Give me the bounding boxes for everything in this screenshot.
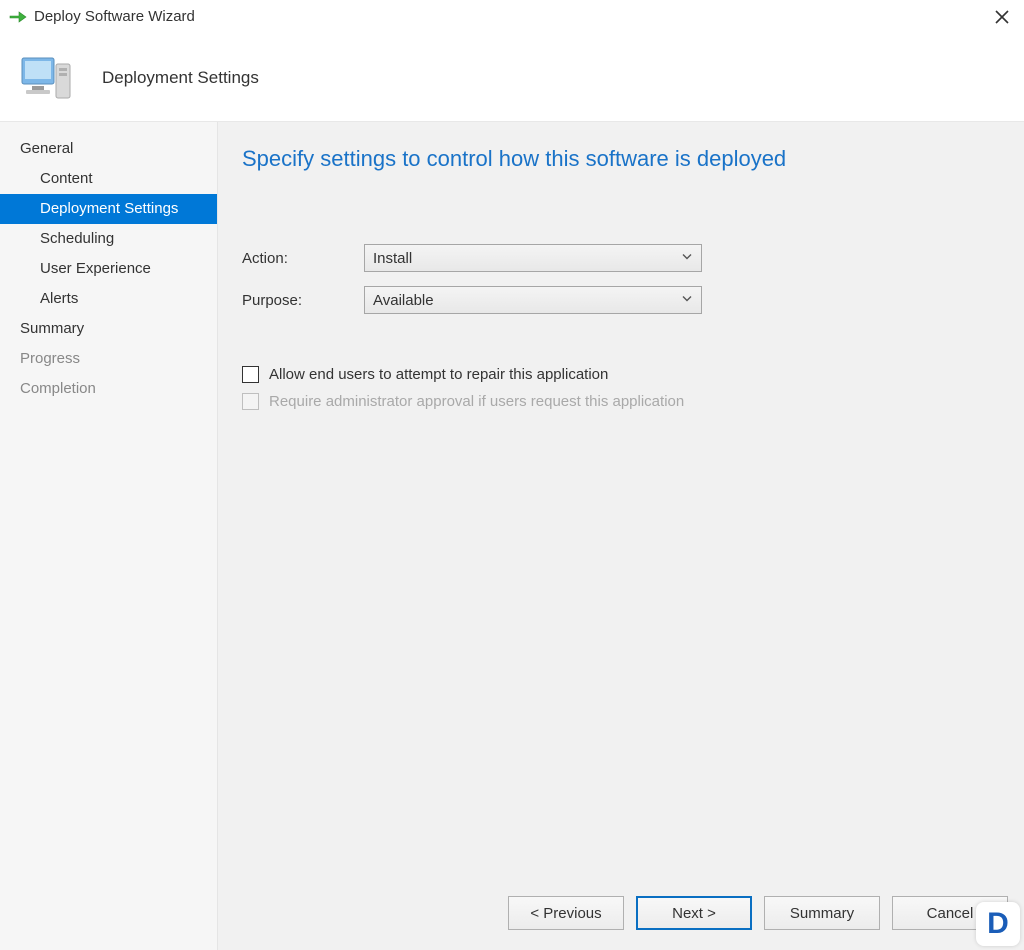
next-button[interactable]: Next > (636, 896, 752, 930)
computer-icon (18, 50, 74, 106)
title-bar: Deploy Software Wizard (0, 0, 1024, 34)
close-button[interactable] (988, 3, 1016, 31)
checkbox-icon (242, 393, 259, 410)
repair-checkbox-row[interactable]: Allow end users to attempt to repair thi… (242, 366, 1000, 383)
summary-button[interactable]: Summary (764, 896, 880, 930)
wizard-sidebar: GeneralContentDeployment SettingsSchedul… (0, 122, 218, 950)
window-title: Deploy Software Wizard (34, 8, 195, 25)
wizard-content: Specify settings to control how this sof… (218, 122, 1024, 950)
sidebar-item-content[interactable]: Content (0, 164, 217, 194)
content-heading: Specify settings to control how this sof… (242, 146, 1000, 172)
checkbox-icon (242, 366, 259, 383)
sidebar-item-alerts[interactable]: Alerts (0, 284, 217, 314)
sidebar-item-summary[interactable]: Summary (0, 314, 217, 344)
sidebar-item-progress: Progress (0, 344, 217, 374)
sidebar-item-general[interactable]: General (0, 134, 217, 164)
previous-button[interactable]: < Previous (508, 896, 624, 930)
purpose-value: Available (373, 292, 434, 309)
action-dropdown[interactable]: Install (364, 244, 702, 272)
wizard-button-bar: < Previous Next > Summary Cancel (508, 896, 1008, 930)
sidebar-item-scheduling[interactable]: Scheduling (0, 224, 217, 254)
watermark-logo: D (976, 902, 1020, 946)
sidebar-item-user-experience[interactable]: User Experience (0, 254, 217, 284)
purpose-label: Purpose: (242, 292, 364, 309)
chevron-down-icon (681, 250, 693, 267)
admin-approval-checkbox-row: Require administrator approval if users … (242, 393, 1000, 410)
arrow-right-icon (8, 7, 28, 27)
purpose-dropdown[interactable]: Available (364, 286, 702, 314)
action-label: Action: (242, 250, 364, 267)
wizard-header: Deployment Settings (0, 34, 1024, 122)
action-value: Install (373, 250, 412, 267)
sidebar-item-deployment-settings[interactable]: Deployment Settings (0, 194, 217, 224)
page-title: Deployment Settings (102, 68, 259, 88)
chevron-down-icon (681, 292, 693, 309)
repair-checkbox-label: Allow end users to attempt to repair thi… (269, 366, 608, 383)
sidebar-item-completion: Completion (0, 374, 217, 404)
admin-approval-checkbox-label: Require administrator approval if users … (269, 393, 684, 410)
